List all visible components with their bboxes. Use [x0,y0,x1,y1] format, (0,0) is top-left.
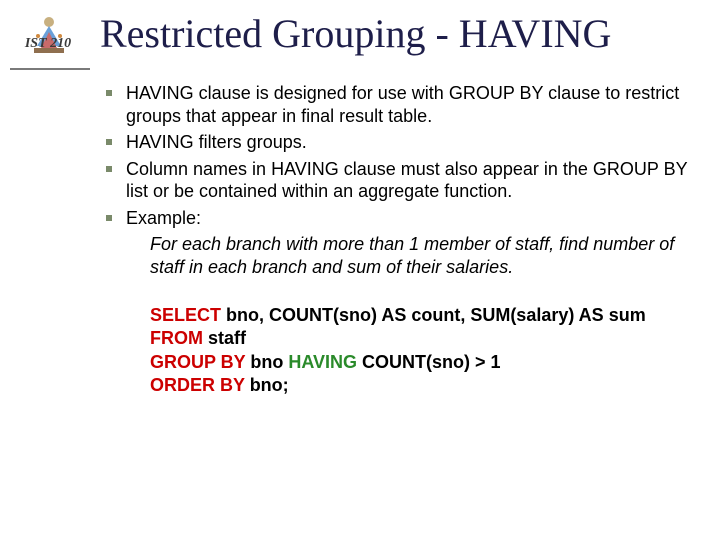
sql-text: bno [245,352,288,372]
slide-title: Restricted Grouping - HAVING [100,10,611,57]
course-label: IST 210 [12,36,84,52]
sql-keyword: HAVING [288,352,357,372]
sql-keyword: ORDER BY [150,375,245,395]
example-description: For each branch with more than 1 member … [150,233,710,278]
sql-keyword: GROUP BY [150,352,245,372]
sql-line-1: SELECT bno, COUNT(sno) AS count, SUM(sal… [150,304,710,327]
sql-keyword: SELECT [150,305,221,325]
slide: IST 210 Restricted Grouping - HAVING HAV… [0,0,720,540]
bullet-item: HAVING filters groups. [100,131,700,154]
sql-line-3: GROUP BY bno HAVING COUNT(sno) > 1 [150,351,710,374]
title-underline [10,68,90,70]
bullet-item: Column names in HAVING clause must also … [100,158,700,203]
sql-line-4: ORDER BY bno; [150,374,710,397]
bullet-item: HAVING clause is designed for use with G… [100,82,700,127]
sql-text: staff [203,328,246,348]
bullet-list: HAVING clause is designed for use with G… [100,82,700,229]
sql-block: SELECT bno, COUNT(sno) AS count, SUM(sal… [150,304,710,398]
sql-text: bno; [245,375,289,395]
sql-text: bno, COUNT(sno) AS count, SUM(salary) AS… [221,305,646,325]
sql-line-2: FROM staff [150,327,710,350]
slide-body: HAVING clause is designed for use with G… [100,82,700,398]
sql-keyword: FROM [150,328,203,348]
bullet-item: Example: [100,207,700,230]
sql-text: COUNT(sno) > 1 [357,352,501,372]
